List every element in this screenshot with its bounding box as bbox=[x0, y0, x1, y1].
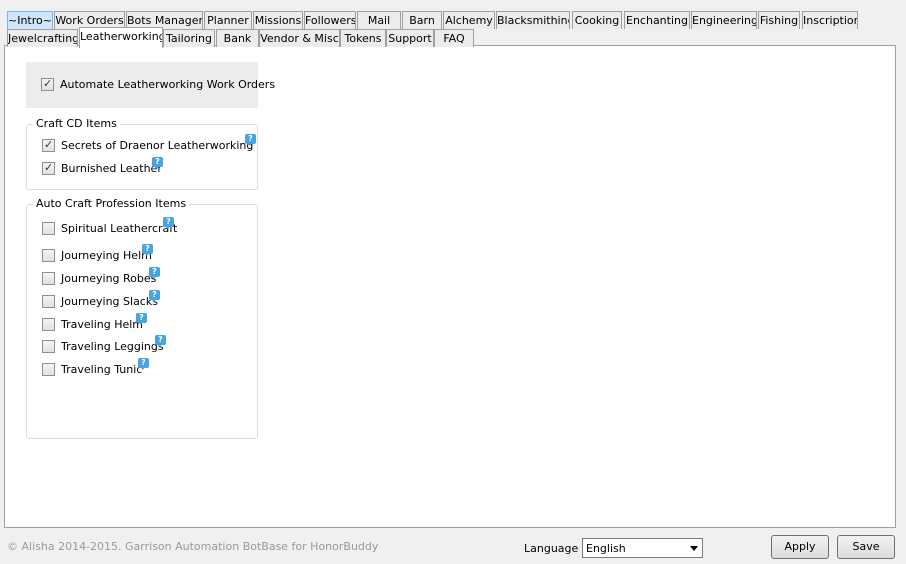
traveling-leggings-checkbox[interactable] bbox=[42, 340, 55, 353]
craft-cd-group: Craft CD Items Secrets of Draenor Leathe… bbox=[26, 117, 258, 190]
tab-blacksmithing[interactable]: Blacksmithing bbox=[496, 11, 570, 29]
auto-craft-group: Auto Craft Profession Items Spiritual Le… bbox=[26, 197, 258, 439]
automate-box: Automate Leatherworking Work Orders bbox=[26, 62, 275, 108]
help-bubble-icon[interactable]: ? bbox=[149, 267, 160, 279]
traveling-helm-label: Traveling Helm bbox=[61, 318, 144, 331]
automate-leatherworking-checkbox[interactable] bbox=[41, 76, 54, 92]
journeying-helm-checkbox[interactable] bbox=[42, 249, 55, 262]
spiritual-leathercraft-checkbox[interactable] bbox=[42, 222, 55, 235]
tab-intro[interactable]: ~Intro~ bbox=[7, 11, 53, 29]
tab-engineering[interactable]: Engineering bbox=[691, 11, 757, 29]
tab-jewelcrafting[interactable]: Jewelcrafting bbox=[7, 29, 78, 47]
help-bubble-icon[interactable]: ? bbox=[138, 358, 149, 370]
journeying-slacks-checkbox[interactable] bbox=[42, 295, 55, 308]
chevron-down-icon[interactable] bbox=[690, 546, 698, 551]
help-bubble-icon[interactable]: ? bbox=[163, 217, 174, 229]
automate-leatherworking-label: Automate Leatherworking Work Orders bbox=[60, 78, 276, 91]
tab-tokens[interactable]: Tokens bbox=[340, 29, 386, 47]
help-bubble-icon[interactable]: ? bbox=[155, 335, 166, 347]
help-bubble-icon[interactable]: ? bbox=[136, 313, 147, 325]
burnished-leather-label: Burnished Leather bbox=[61, 162, 162, 175]
help-bubble-icon[interactable]: ? bbox=[152, 157, 163, 169]
journeying-slacks-label: Journeying Slacks bbox=[61, 295, 158, 308]
tab-barn[interactable]: Barn bbox=[402, 11, 442, 29]
traveling-leggings-label: Traveling Leggings bbox=[61, 340, 164, 353]
traveling-tunic-label: Traveling Tunic bbox=[61, 363, 143, 376]
tab-tailoring[interactable]: Tailoring bbox=[163, 29, 215, 47]
tab-enchanting[interactable]: Enchanting bbox=[624, 11, 690, 29]
traveling-tunic-checkbox[interactable] bbox=[42, 363, 55, 376]
tab-support[interactable]: Support bbox=[386, 29, 434, 47]
tab-missions[interactable]: Missions bbox=[253, 11, 303, 29]
traveling-helm-checkbox[interactable] bbox=[42, 318, 55, 331]
tab-fishing[interactable]: Fishing bbox=[758, 11, 800, 29]
apply-button[interactable]: Apply bbox=[771, 535, 829, 559]
tab-alchemy[interactable]: Alchemy bbox=[443, 11, 495, 29]
help-bubble-icon[interactable]: ? bbox=[149, 290, 160, 302]
auto-craft-title: Auto Craft Profession Items bbox=[33, 197, 190, 210]
craft-cd-title: Craft CD Items bbox=[33, 117, 120, 130]
tab-faq[interactable]: FAQ bbox=[434, 29, 474, 47]
tab-bank[interactable]: Bank bbox=[216, 29, 259, 47]
tab-vendor-misc[interactable]: Vendor & Misc bbox=[259, 29, 340, 47]
help-bubble-icon[interactable]: ? bbox=[245, 134, 256, 146]
journeying-helm-label: Journeying Helm bbox=[61, 249, 152, 262]
spiritual-leathercraft-label: Spiritual Leathercraft bbox=[61, 222, 178, 235]
language-label: Language bbox=[524, 542, 579, 555]
tab-planner[interactable]: Planner bbox=[204, 11, 252, 29]
copyright-text: © Alisha 2014-2015. Garrison Automation … bbox=[7, 540, 379, 553]
secrets-of-draenor-leatherworking-label: Secrets of Draenor Leatherworking bbox=[61, 139, 254, 152]
save-button[interactable]: Save bbox=[837, 535, 895, 559]
burnished-leather-checkbox[interactable] bbox=[42, 160, 55, 176]
journeying-robes-label: Journeying Robes bbox=[61, 272, 157, 285]
journeying-robes-checkbox[interactable] bbox=[42, 272, 55, 285]
tab-mail[interactable]: Mail bbox=[357, 11, 401, 29]
secrets-of-draenor-leatherworking-checkbox[interactable] bbox=[42, 137, 55, 153]
tab-leatherworking[interactable]: Leatherworking bbox=[79, 27, 163, 48]
leatherworking-tab-panel: Automate Leatherworking Work Orders Craf… bbox=[4, 45, 896, 528]
tab-followers[interactable]: Followers bbox=[304, 11, 356, 29]
tab-inscription[interactable]: Inscription bbox=[802, 11, 858, 29]
tab-cooking[interactable]: Cooking bbox=[572, 11, 622, 29]
help-bubble-icon[interactable]: ? bbox=[142, 244, 153, 256]
language-value: English bbox=[586, 542, 626, 555]
language-select[interactable]: English bbox=[582, 538, 703, 558]
